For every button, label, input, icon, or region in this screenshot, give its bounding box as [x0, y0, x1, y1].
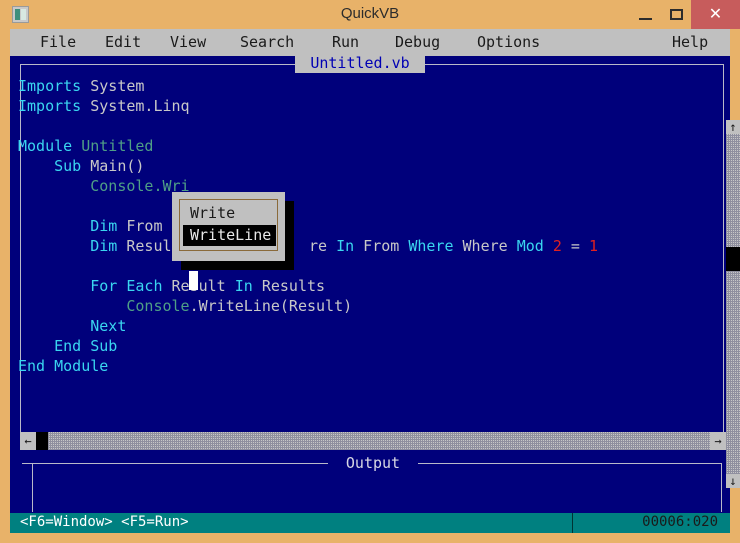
code-line[interactable]: Console.WriteLine(Result): [18, 296, 352, 316]
status-shortcuts[interactable]: <F6=Window> <F5=Run>: [20, 514, 189, 530]
code-token: Next: [90, 317, 127, 335]
menu-item-options[interactable]: Options: [477, 33, 540, 53]
close-icon: ✕: [708, 6, 723, 23]
cursor-position-indicator: 00006:020: [642, 514, 718, 530]
code-line[interactable]: End Module: [18, 356, 108, 376]
vertical-scrollbar-track[interactable]: [726, 134, 740, 474]
code-token: Module: [54, 357, 109, 375]
code-token: Console: [90, 177, 154, 195]
text-cursor: [189, 271, 198, 290]
code-line[interactable]: Imports System: [18, 76, 144, 96]
code-token: Imports: [18, 97, 82, 115]
code-line[interactable]: Dim Resul: [18, 236, 172, 256]
autocomplete-item-write[interactable]: Write: [183, 203, 276, 224]
autocomplete-item-writeline[interactable]: WriteLine: [183, 225, 276, 246]
horizontal-scrollbar-track[interactable]: [36, 432, 710, 450]
code-token: 1: [588, 237, 598, 255]
scroll-left-icon[interactable]: ←: [20, 432, 36, 450]
minimize-button[interactable]: [631, 0, 661, 29]
menu-item-help[interactable]: Help: [672, 33, 708, 53]
scroll-up-icon[interactable]: ↑: [726, 120, 740, 134]
status-divider: [572, 513, 573, 533]
code-token: Untitled: [81, 137, 154, 155]
autocomplete-list[interactable]: Write WriteLine: [179, 199, 278, 251]
close-button[interactable]: ✕: [691, 0, 740, 29]
code-line-overflow[interactable]: re In From Where Where Mod 2 = 1: [309, 236, 598, 256]
menu-item-edit[interactable]: Edit: [105, 33, 141, 53]
code-line[interactable]: Module Untitled: [18, 136, 153, 156]
code-token: From: [354, 237, 409, 255]
code-token: 2: [552, 237, 562, 255]
horizontal-scrollbar[interactable]: ← →: [20, 432, 726, 450]
code-token: =: [561, 237, 589, 255]
menu-item-search[interactable]: Search: [240, 33, 294, 53]
code-token: .WriteLine(Result): [189, 297, 353, 315]
code-token: In: [234, 277, 253, 295]
code-token: End: [18, 357, 46, 375]
code-token: Console: [126, 297, 190, 315]
code-token: Resul: [117, 237, 172, 255]
autocomplete-popup[interactable]: Write WriteLine: [172, 192, 285, 261]
code-line[interactable]: Imports System.Linq: [18, 96, 190, 116]
code-line[interactable]: End Sub: [18, 336, 117, 356]
code-token: re: [309, 237, 337, 255]
code-token: End: [54, 337, 82, 355]
code-token: Result: [162, 277, 235, 295]
code-line[interactable]: For Each Result In Results: [18, 276, 325, 296]
code-line[interactable]: Sub Main(): [18, 156, 144, 176]
code-token: System: [81, 77, 145, 95]
code-line[interactable]: Console.Wri: [18, 176, 189, 196]
menu-item-run[interactable]: Run: [332, 33, 359, 53]
output-title: Output: [328, 454, 418, 472]
code-line[interactable]: Next: [18, 316, 126, 336]
horizontal-scrollbar-thumb[interactable]: [36, 432, 48, 450]
code-token: Sub: [54, 157, 82, 175]
title-bar: QuickVB ✕: [0, 0, 740, 29]
code-token: In: [336, 237, 355, 255]
code-token: Module: [18, 137, 73, 155]
code-token: Where: [408, 237, 454, 255]
maximize-button[interactable]: [661, 0, 691, 29]
code-token: Dim: [90, 237, 118, 255]
code-token: Main(): [81, 157, 145, 175]
code-token: Each: [126, 277, 163, 295]
tab-label: Untitled.vb: [310, 54, 410, 72]
menu-item-view[interactable]: View: [170, 33, 206, 53]
menu-item-debug[interactable]: Debug: [395, 33, 440, 53]
code-line[interactable]: Dim From: [18, 216, 163, 236]
code-token: Dim: [90, 217, 118, 235]
code-token: System.Linq: [81, 97, 190, 115]
code-token: Sub: [90, 337, 118, 355]
window-title: QuickVB: [340, 5, 400, 22]
minimize-icon: [639, 18, 652, 20]
code-area-border: [20, 64, 724, 448]
tab-untitled-vb[interactable]: Untitled.vb: [295, 52, 425, 73]
code-token: Imports: [18, 77, 82, 95]
code-token: From: [117, 217, 163, 235]
vertical-scrollbar-thumb[interactable]: [726, 247, 740, 271]
code-token: For: [90, 277, 118, 295]
status-bar: <F6=Window> <F5=Run> 00006:020: [10, 513, 730, 533]
code-token: Mod: [516, 237, 544, 255]
code-token: Results: [252, 277, 326, 295]
maximize-icon: [670, 9, 683, 20]
quickvb-window: QuickVB ✕ File Edit View Search Run Debug Opti…: [0, 0, 740, 543]
vertical-scrollbar[interactable]: ↑ ↓: [726, 120, 740, 488]
scroll-right-icon[interactable]: →: [710, 432, 726, 450]
scroll-down-icon[interactable]: ↓: [726, 474, 740, 488]
code-token: Where: [453, 237, 517, 255]
menu-item-file[interactable]: File: [40, 33, 76, 53]
